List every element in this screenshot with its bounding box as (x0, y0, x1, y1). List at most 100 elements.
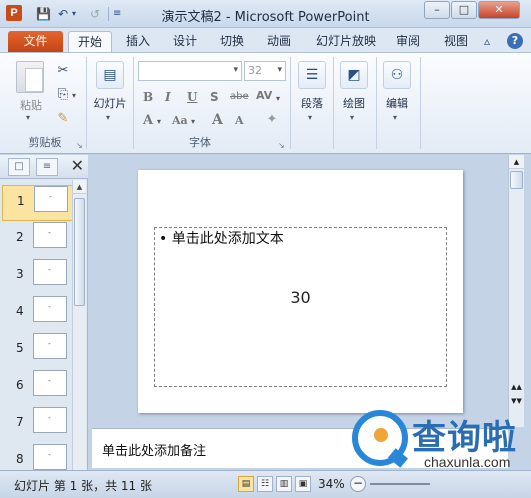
strikethrough-button[interactable]: abe (230, 91, 249, 102)
cut-icon[interactable]: ✂ (55, 63, 71, 79)
change-case-button[interactable]: Aa (172, 114, 188, 127)
slide-thumbnail-image[interactable] (33, 222, 67, 248)
outline-tab[interactable]: ≡ (36, 158, 58, 176)
paragraph-icon[interactable]: ☰ (298, 61, 326, 89)
next-slide-icon[interactable]: ▼▼ (509, 395, 524, 407)
slide-thumbnail[interactable]: 3 (2, 259, 74, 295)
slide-thumbnail-image[interactable] (33, 259, 67, 285)
new-slide-icon[interactable]: ▤ (96, 61, 124, 89)
format-painter-icon[interactable]: ✎ (55, 111, 71, 127)
minimize-button[interactable]: – (424, 1, 450, 19)
paste-label[interactable]: 粘贴 (16, 97, 46, 113)
slides-tab[interactable]: □ (8, 158, 30, 176)
scrollbar-thumb[interactable] (510, 171, 523, 189)
maximize-button[interactable]: □ (451, 1, 477, 19)
slide-thumbnail-number: 7 (16, 415, 24, 429)
editing-dropdown-icon[interactable]: ▾ (393, 113, 397, 122)
drawing-icon[interactable]: ◩ (340, 61, 368, 89)
copy-icon[interactable]: ⎘ (55, 87, 71, 103)
slide-thumbnail-image[interactable] (33, 407, 67, 433)
slide-show-view-button[interactable]: ▣ (295, 476, 311, 492)
collapse-ribbon-icon[interactable]: ▵ (484, 34, 490, 48)
slide-thumbnail-number: 3 (16, 267, 24, 281)
notes-placeholder[interactable]: 单击此处添加备注 (102, 440, 206, 459)
group-separator (133, 57, 134, 149)
slide-thumbnail-image[interactable] (33, 444, 67, 470)
zoom-slider[interactable] (370, 483, 430, 485)
slide-thumbnail-number: 2 (16, 230, 24, 244)
content-placeholder[interactable]: • 单击此处添加文本 30 (154, 227, 447, 387)
slide-thumbnail[interactable]: 1 (2, 185, 74, 221)
slide-thumbnail[interactable]: 7 (2, 407, 74, 443)
tab-insert[interactable]: 插入 (120, 31, 156, 52)
shadow-button[interactable]: S (210, 90, 219, 104)
notes-pane[interactable]: 单击此处添加备注 (92, 428, 508, 468)
tab-view[interactable]: 视图 (438, 31, 474, 52)
slides-panel-scrollbar[interactable]: ▲ (72, 180, 86, 470)
underline-button[interactable]: U (187, 90, 197, 104)
scroll-up-icon[interactable]: ▲ (509, 155, 524, 169)
placeholder-text[interactable]: • 单击此处添加文本 (159, 228, 284, 248)
paste-icon[interactable] (16, 61, 44, 93)
slide-thumbnail-image[interactable] (33, 296, 67, 322)
tab-file[interactable]: 文件 (8, 31, 63, 52)
font-family-combo[interactable]: ▾ (138, 61, 242, 81)
binoculars-icon[interactable]: ⚇ (383, 61, 411, 89)
chevron-down-icon: ▾ (277, 65, 282, 75)
tab-animations[interactable]: 动画 (261, 31, 297, 52)
slide-thumbnail[interactable]: 6 (2, 370, 74, 406)
slides-label[interactable]: 幻灯片 (90, 95, 130, 111)
clear-formatting-icon[interactable]: ✦ (264, 112, 280, 128)
bold-button[interactable]: B (143, 90, 153, 104)
slide-thumbnail[interactable]: 2 (2, 222, 74, 258)
italic-button[interactable]: I (165, 90, 171, 104)
slide-sorter-view-button[interactable]: ☷ (257, 476, 273, 492)
clipboard-launcher-icon[interactable]: ↘ (76, 141, 83, 150)
slides-dropdown-icon[interactable]: ▾ (106, 113, 110, 122)
slide-thumbnail-number: 8 (16, 452, 24, 466)
slide-thumbnail[interactable]: 5 (2, 333, 74, 369)
paste-dropdown-icon[interactable]: ▾ (26, 113, 30, 122)
close-panel-icon[interactable]: ✕ (71, 156, 84, 175)
paragraph-label[interactable]: 段落 (294, 95, 330, 111)
tab-slide-show[interactable]: 幻灯片放映 (308, 31, 384, 52)
ribbon-tab-bar: 文件 开始 插入 设计 切换 动画 幻灯片放映 审阅 视图 ▵ ? (0, 28, 531, 52)
drawing-label[interactable]: 绘图 (336, 95, 372, 111)
ribbon: 粘贴 ▾ ✂ ⎘ ▾ ✎ 剪贴板 ↘ ▤ 幻灯片 ▾ ▾ 32 ▾ B I U … (0, 52, 531, 154)
decrease-font-button[interactable]: A (235, 114, 244, 127)
group-separator (290, 57, 291, 149)
tab-design[interactable]: 设计 (167, 31, 203, 52)
zoom-level[interactable]: 34% (318, 477, 345, 491)
scrollbar-thumb[interactable] (74, 198, 85, 306)
font-group-label: 字体 (189, 136, 211, 149)
normal-view-button[interactable]: ▤ (238, 476, 254, 492)
group-separator (420, 57, 421, 149)
drawing-dropdown-icon[interactable]: ▾ (350, 113, 354, 122)
slide-thumbnail[interactable]: 4 (2, 296, 74, 332)
zoom-out-button[interactable]: − (350, 476, 366, 492)
character-spacing-button[interactable]: AV (256, 89, 272, 102)
slide-scrollbar[interactable]: ▲ ▲▲ ▼▼ (508, 155, 524, 427)
close-button[interactable]: ✕ (478, 1, 520, 19)
paragraph-dropdown-icon[interactable]: ▾ (308, 113, 312, 122)
font-size-combo[interactable]: 32 ▾ (244, 61, 286, 81)
slide-thumbnail-image[interactable] (33, 333, 67, 359)
tab-review[interactable]: 审阅 (390, 31, 426, 52)
font-color-button[interactable]: A (143, 113, 153, 128)
font-launcher-icon[interactable]: ↘ (278, 141, 285, 150)
scroll-up-icon[interactable]: ▲ (73, 180, 86, 194)
slide-thumbnail-image[interactable] (33, 370, 67, 396)
reading-view-button[interactable]: ▥ (276, 476, 292, 492)
title-bar: P 💾 ↶ ▾ ↺ ≡ 演示文稿2 - Microsoft PowerPoint… (0, 0, 531, 28)
help-icon[interactable]: ? (507, 33, 523, 49)
editing-label[interactable]: 编辑 (379, 95, 415, 111)
slide-center-text: 30 (290, 288, 311, 307)
slide-thumbnail-image[interactable] (34, 186, 68, 212)
tab-home[interactable]: 开始 (68, 31, 112, 52)
increase-font-button[interactable]: A (212, 112, 223, 128)
copy-dropdown-icon[interactable]: ▾ (72, 91, 76, 100)
tab-transitions[interactable]: 切换 (214, 31, 250, 52)
previous-slide-icon[interactable]: ▲▲ (509, 381, 524, 393)
slide-editing-area: • 单击此处添加文本 30 (92, 155, 517, 427)
slide-thumbnail-number: 5 (16, 341, 24, 355)
